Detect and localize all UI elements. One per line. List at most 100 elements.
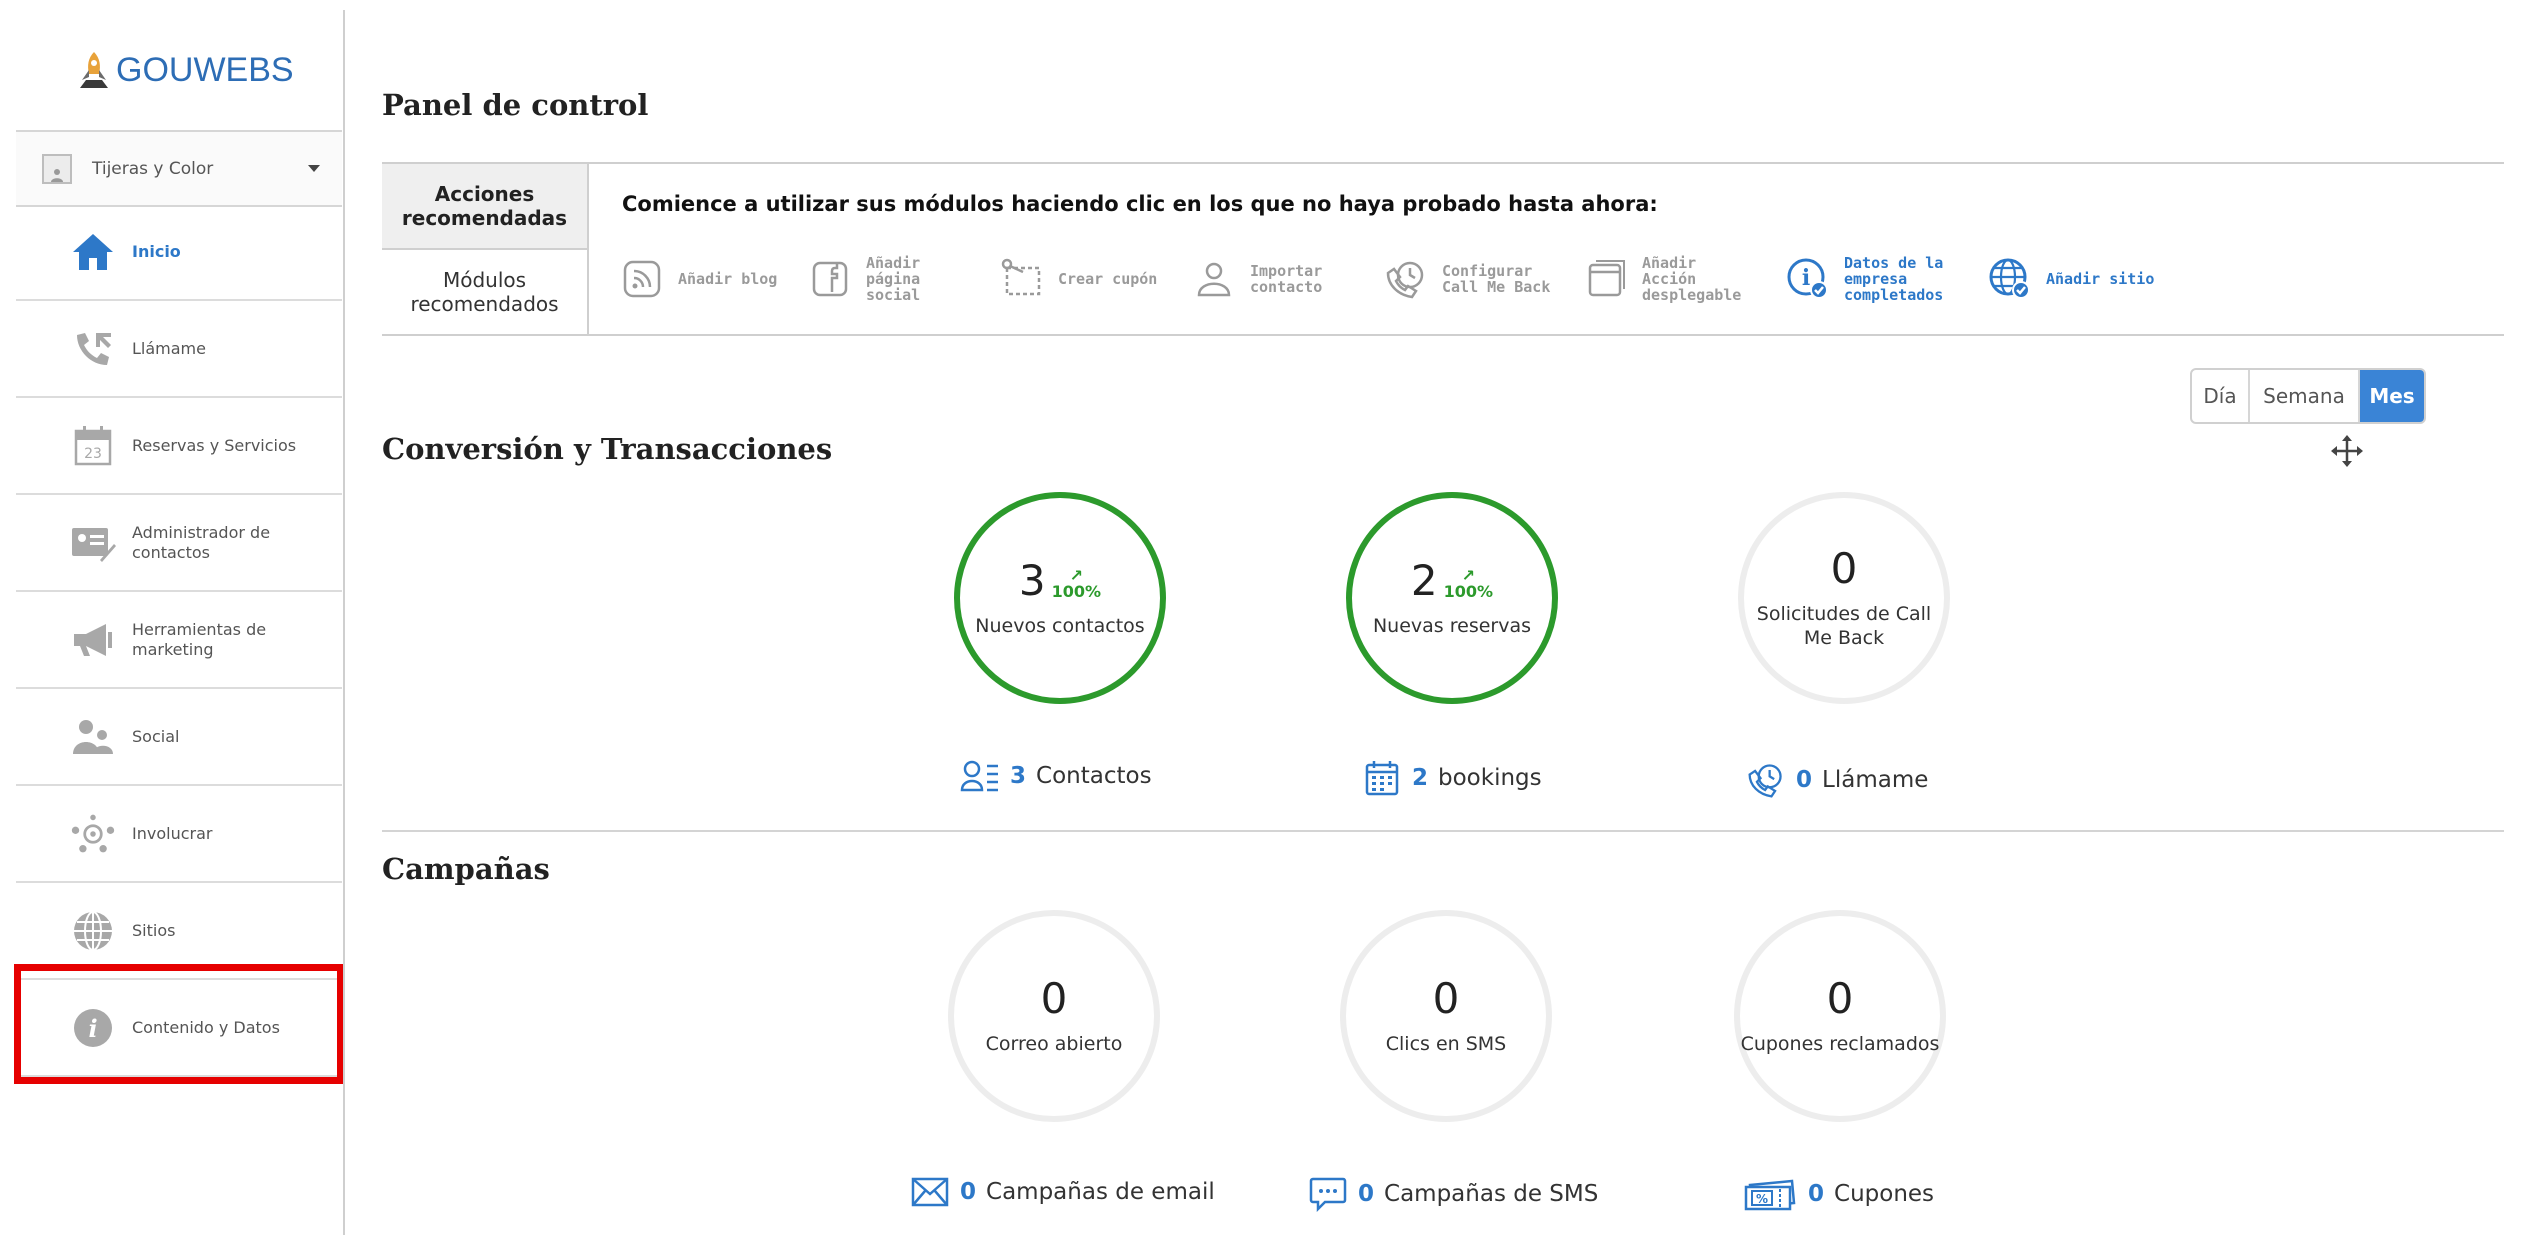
module-label: Importar contacto [1250,262,1323,296]
info-check-icon: i [1786,257,1830,301]
engage-icon [70,811,116,857]
stat-label: Solicitudes de Call Me Back [1756,603,1932,649]
stat-value: 0 [1826,974,1854,1023]
link-label: Campañas de SMS [1384,1181,1599,1207]
sms-campaigns-link[interactable]: 0 Campañas de SMS [1308,1174,1598,1214]
stat-email-opened: 0 Correo abierto [948,910,1160,1122]
page-title: Panel de control [382,88,649,122]
stat-value: 2 [1410,556,1438,605]
stat-change: ↗ 100% [1052,568,1101,604]
sidebar-divider [343,10,345,1235]
link-count: 0 [1796,767,1813,793]
divider [382,830,2504,832]
sidebar-item-label: Administrador de contactos [132,523,271,562]
module-import-contact[interactable]: Importar contacto [1192,246,1340,312]
stat-value: 0 [1432,974,1460,1023]
sidebar-item-involucrar[interactable]: Involucrar [16,787,342,883]
link-label: Contactos [1036,763,1152,789]
stat-label: Nuevas reservas [1372,615,1532,637]
brand-name: GOUWEBS [116,50,294,89]
callback-icon [1384,257,1428,301]
module-add-site[interactable]: Añadir sitio [1988,246,2156,312]
sms-icon [1308,1174,1348,1214]
callme-link[interactable]: 0 Llámame [1746,760,1928,800]
module-add-dropdown-action[interactable]: Añadir Acción desplegable [1584,246,1752,312]
coupon-icon: % [1742,1174,1798,1214]
stat-value: 0 [1040,974,1068,1023]
callback-icon [1746,760,1786,800]
stat-value: 0 [1830,544,1858,593]
account-selector[interactable]: Tijeras y Color [16,130,342,207]
phone-icon [70,326,116,372]
calendar-icon: 23 [70,423,116,469]
home-icon [70,229,116,275]
recommendations-intro: Comience a utilizar sus módulos haciendo… [622,192,1658,216]
coupon-icon [1000,257,1044,301]
period-month-button[interactable]: Mes [2360,370,2424,422]
sidebar-item-label: Herramientas de marketing [132,620,267,659]
contacts-link[interactable]: 3 Contactos [960,756,1152,796]
envelope-icon [910,1172,950,1212]
sidebar-item-marketing[interactable]: Herramientas de marketing [16,593,342,689]
recommendation-tabs: Acciones recomendadas Módulos recomendad… [382,164,589,334]
sidebar-item-llamame[interactable]: Llámame [16,302,342,398]
link-label: Llámame [1822,767,1929,793]
highlight-box [14,964,344,1084]
module-label: Añadir Acción desplegable [1642,254,1742,304]
stat-change-value: 100% [1051,582,1102,601]
module-label: Añadir sitio [2046,270,2155,288]
sidebar: GOUWEBS Tijeras y Color Inicio Llámame 2… [0,0,344,1235]
sidebar-item-label: Social [132,727,180,746]
module-label: Añadir página social [866,254,921,304]
link-count: 2 [1412,765,1429,791]
email-campaigns-link[interactable]: 0 Campañas de email [910,1172,1215,1212]
person-icon [1192,257,1236,301]
rocket-icon [80,52,108,88]
sidebar-item-inicio[interactable]: Inicio [16,205,342,301]
svg-text:23: 23 [84,446,102,462]
sidebar-item-social[interactable]: Social [16,690,342,786]
rss-icon [620,257,664,301]
stat-coupons-claimed: 0 Cupones reclamados [1734,910,1946,1122]
svg-text:%: % [1756,1192,1768,1206]
sidebar-item-label: Involucrar [132,824,213,843]
module-add-blog[interactable]: Añadir blog [620,246,788,312]
coupons-link[interactable]: % 0 Cupones [1742,1174,1934,1214]
stat-label: Nuevos contactos [975,615,1145,637]
facebook-icon [808,257,852,301]
sidebar-item-contactos[interactable]: Administrador de contactos [16,496,342,592]
module-label: Crear cupón [1058,270,1158,288]
period-day-button[interactable]: Día [2192,370,2250,422]
stat-label: Correo abierto [985,1033,1123,1055]
module-configure-call-me-back[interactable]: Configurar Call Me Back [1384,246,1562,312]
brand-logo[interactable]: GOUWEBS [76,48,294,92]
sidebar-item-label: Sitios [132,921,176,940]
module-label: Configurar Call Me Back [1442,262,1551,296]
stat-sms-clicks: 0 Clics en SMS [1340,910,1552,1122]
stat-label: Cupones reclamados [1740,1033,1940,1055]
svg-text:i: i [1802,265,1810,291]
people-icon [70,714,116,760]
bookings-link[interactable]: 2 bookings [1362,758,1542,798]
sidebar-item-label: Inicio [132,242,181,261]
contact-card-icon [70,520,116,566]
stat-new-contacts: 3 ↗ 100% Nuevos contactos [954,492,1166,704]
tab-acciones-recomendadas[interactable]: Acciones recomendadas [382,164,587,250]
avatar [42,153,72,184]
globe-check-icon [1988,257,2032,301]
conversion-title: Conversión y Transacciones [382,432,833,466]
module-add-social-page[interactable]: Añadir página social [808,246,936,312]
link-count: 0 [1808,1181,1825,1207]
module-create-coupon[interactable]: Crear cupón [1000,246,1168,312]
link-count: 3 [1010,763,1027,789]
account-name: Tijeras y Color [92,158,214,179]
module-company-data-completed[interactable]: i Datos de la empresa completados [1786,246,1964,312]
campaigns-title: Campañas [382,852,550,886]
sidebar-item-label: Reservas y Servicios [132,436,297,455]
tab-modulos-recomendados[interactable]: Módulos recomendados [382,250,587,334]
stat-new-bookings: 2 ↗ 100% Nuevas reservas [1346,492,1558,704]
link-label: bookings [1438,765,1542,791]
move-icon[interactable] [2330,434,2364,468]
sidebar-item-reservas[interactable]: 23 Reservas y Servicios [16,399,342,495]
period-week-button[interactable]: Semana [2250,370,2360,422]
